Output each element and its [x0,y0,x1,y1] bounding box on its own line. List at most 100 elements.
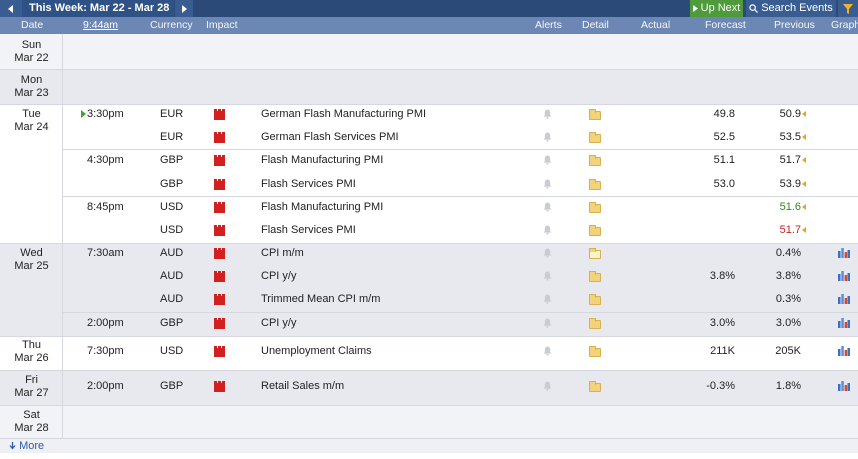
bell-icon[interactable] [543,155,552,165]
detail-folder-icon[interactable] [589,109,601,120]
day-label-sun: Sun Mar 22 [14,39,49,64]
event-time: 7:30am [87,247,124,259]
table-header: Date 9:44am Currency Impact Alerts Detai… [0,17,858,34]
event-row[interactable]: EUR German Flash Services PMI 52.5 53.5 [0,130,858,144]
event-time: 8:45pm [87,201,124,213]
event-currency: USD [160,224,184,236]
bell-icon[interactable] [543,294,552,304]
header-current-time[interactable]: 9:44am [83,17,118,34]
up-next-button[interactable]: Up Next [690,0,743,17]
week-title: This Week: Mar 22 - Mar 28 [22,0,174,17]
event-row[interactable]: GBP Flash Services PMI 53.0 53.9 [0,177,858,191]
event-time: 2:00pm [87,380,124,392]
row-separator [63,196,858,197]
detail-folder-icon[interactable] [589,381,601,392]
impact-high-icon [214,155,225,166]
event-forecast: 53.0 [713,178,735,190]
impact-high-icon [214,248,225,259]
header-impact: Impact [206,19,238,31]
event-title[interactable]: CPI y/y [261,269,296,283]
event-row[interactable]: 2:00pm GBP CPI y/y 3.0% 3.0% [0,316,858,330]
detail-folder-icon[interactable] [589,248,601,259]
detail-folder-icon[interactable] [589,155,601,166]
event-title[interactable]: German Flash Manufacturing PMI [261,107,426,121]
event-row[interactable]: 7:30pm USD Unemployment Claims 211K 205K [0,344,858,358]
prev-week-button[interactable] [0,0,22,17]
event-row[interactable]: 7:30am AUD CPI m/m 0.4% [0,246,858,260]
bar-chart-icon[interactable] [838,380,850,391]
event-row[interactable]: AUD Trimmed Mean CPI m/m 0.3% [0,292,858,306]
event-currency: USD [160,345,184,357]
event-forecast: -0.3% [706,380,735,392]
next-week-button[interactable] [175,0,193,17]
row-separator [0,69,858,70]
detail-folder-icon[interactable] [589,294,601,305]
revision-marker-icon [802,134,806,140]
filter-button[interactable] [838,0,858,17]
more-link[interactable]: More [9,440,44,453]
event-currency: AUD [160,270,184,282]
search-icon [749,4,759,13]
row-separator [63,149,858,150]
event-forecast: 3.0% [709,317,735,329]
header-previous: Previous [774,19,815,31]
detail-folder-icon[interactable] [589,318,601,329]
bell-icon[interactable] [543,132,552,142]
detail-folder-icon[interactable] [589,179,601,190]
event-title[interactable]: Flash Manufacturing PMI [261,153,383,167]
search-events-button[interactable]: Search Events [746,0,836,17]
detail-folder-icon[interactable] [589,132,601,143]
event-title[interactable]: Retail Sales m/m [261,379,344,393]
bell-icon[interactable] [543,225,552,235]
bar-chart-icon[interactable] [838,317,850,328]
impact-high-icon [214,179,225,190]
bell-icon[interactable] [543,381,552,391]
event-time: 2:00pm [87,317,124,329]
event-previous: 53.9 [779,178,801,190]
row-separator [0,405,858,406]
event-row[interactable]: USD Flash Services PMI 51.7 [0,223,858,237]
event-title[interactable]: CPI y/y [261,316,296,330]
day-block-sat [0,405,858,438]
detail-folder-icon[interactable] [589,346,601,357]
header-alerts: Alerts [535,19,562,31]
bell-icon[interactable] [543,109,552,119]
event-row[interactable]: AUD CPI y/y 3.8% 3.8% [0,269,858,283]
bell-icon[interactable] [543,318,552,328]
bar-chart-icon[interactable] [838,345,850,356]
event-title[interactable]: Flash Services PMI [261,177,356,191]
event-title[interactable]: Flash Services PMI [261,223,356,237]
bell-icon[interactable] [543,346,552,356]
bell-icon[interactable] [543,271,552,281]
header-graph: Graph [831,19,858,31]
impact-high-icon [214,381,225,392]
event-row[interactable]: 4:30pm GBP Flash Manufacturing PMI 51.1 51.7 [0,153,858,167]
bar-chart-icon[interactable] [838,293,850,304]
event-title[interactable]: Trimmed Mean CPI m/m [261,292,380,306]
event-previous: 1.8% [775,380,801,392]
bell-icon[interactable] [543,179,552,189]
event-row[interactable]: 2:00pm GBP Retail Sales m/m -0.3% 1.8% [0,379,858,393]
event-previous: 0.4% [775,247,801,259]
detail-folder-icon[interactable] [589,202,601,213]
detail-folder-icon[interactable] [589,225,601,236]
event-currency: AUD [160,247,184,259]
event-title[interactable]: German Flash Services PMI [261,130,399,144]
bell-icon[interactable] [543,202,552,212]
revision-marker-icon [802,204,806,210]
event-currency: GBP [160,154,184,166]
revision-marker-icon [802,227,806,233]
event-title[interactable]: CPI m/m [261,246,304,260]
bar-chart-icon[interactable] [838,247,850,258]
event-row[interactable]: 3:30pm EUR German Flash Manufacturing PMI 4… [0,107,858,121]
play-icon [692,5,698,12]
detail-folder-icon[interactable] [589,271,601,282]
event-row[interactable]: 8:45pm USD Flash Manufacturing PMI 51.6 [0,200,858,214]
bar-chart-icon[interactable] [838,270,850,281]
event-forecast: 3.8% [709,270,735,282]
chevron-left-icon [8,4,13,13]
event-title[interactable]: Unemployment Claims [261,344,372,358]
event-title[interactable]: Flash Manufacturing PMI [261,200,383,214]
day-label-mon: Mon Mar 23 [14,74,49,99]
bell-icon[interactable] [543,248,552,258]
